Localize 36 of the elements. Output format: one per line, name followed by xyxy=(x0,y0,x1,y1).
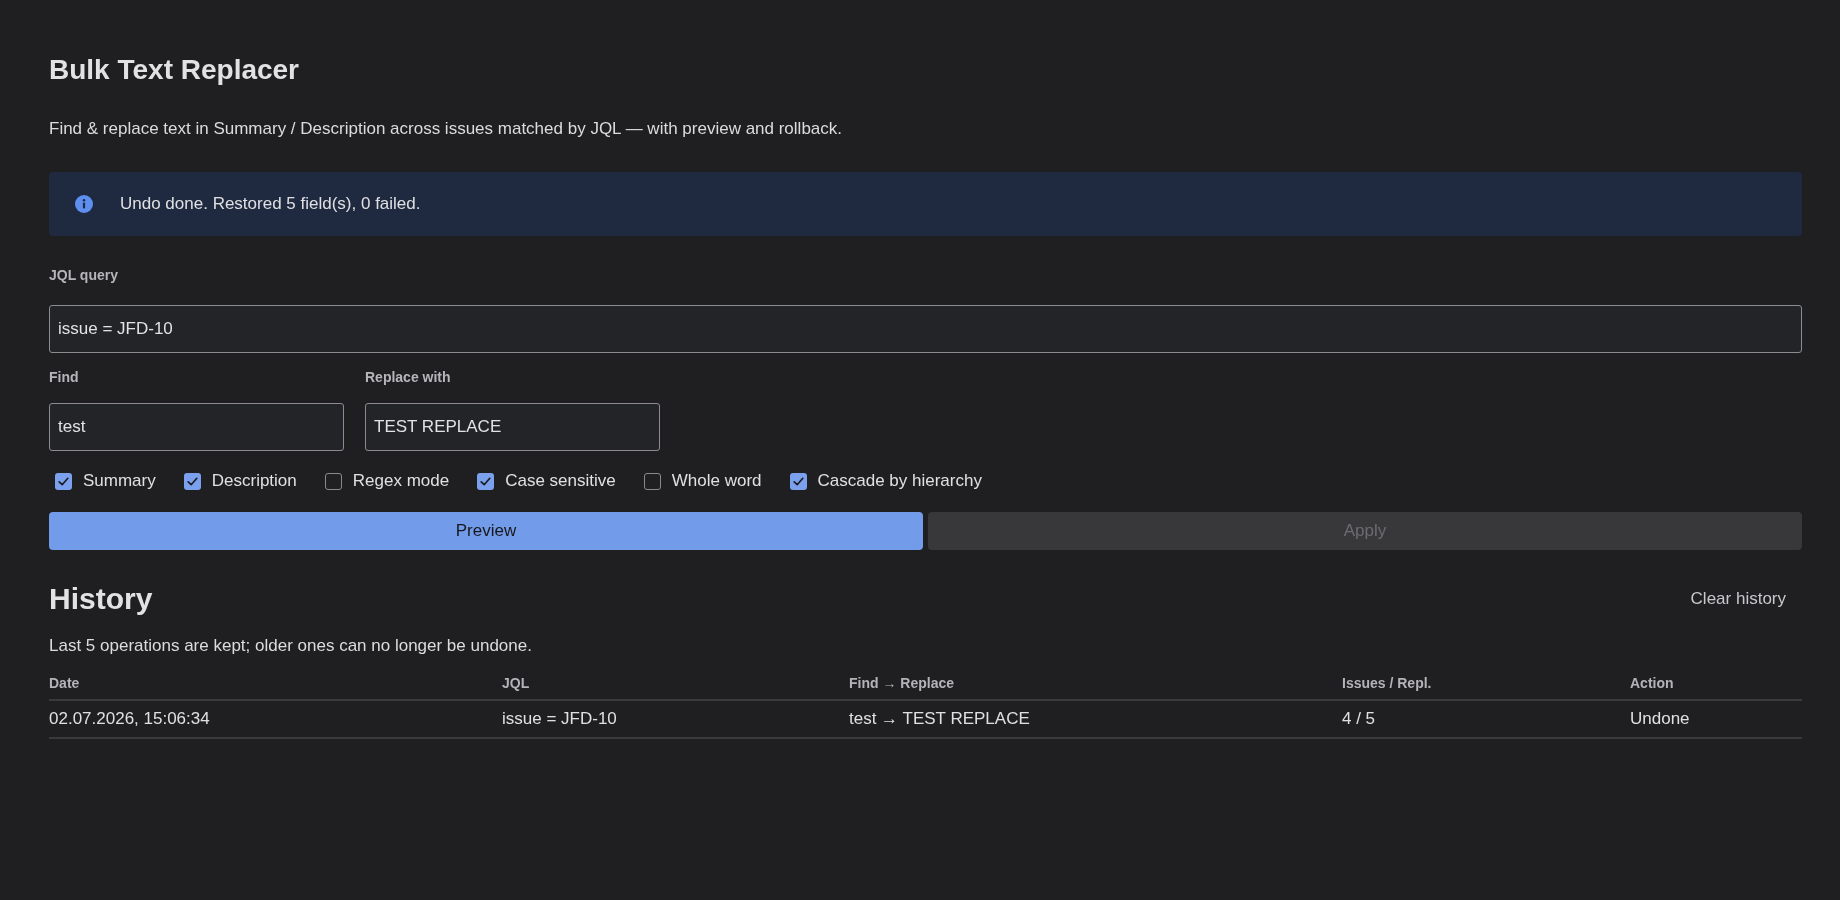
checkbox[interactable] xyxy=(55,472,72,490)
jql-input[interactable]: issue = JFD-10 xyxy=(49,305,1802,353)
page-title: Bulk Text Replacer xyxy=(49,53,301,87)
table-cell-text: Undone xyxy=(1630,708,1690,730)
checkbox-label[interactable]: Summary xyxy=(83,470,156,492)
checkbox[interactable] xyxy=(477,472,495,490)
table-cell-text: test → TEST REPLACE xyxy=(849,708,1030,730)
checkbox[interactable] xyxy=(643,472,661,490)
field-label: Find xyxy=(49,368,80,386)
table-cell-text: issue = JFD-10 xyxy=(502,708,617,730)
section-title: History xyxy=(49,581,153,617)
field-label: JQL query xyxy=(49,266,119,284)
preview-button[interactable]: Preview xyxy=(49,512,923,550)
info-icon xyxy=(75,195,93,213)
table-cell-text: 02.07.2026, 15:06:34 xyxy=(49,708,210,730)
field-label: Replace with xyxy=(365,368,452,386)
history-note: Last 5 operations are kept; older ones can no longer be undone. xyxy=(49,635,533,657)
replace-input[interactable]: TEST REPLACE xyxy=(365,403,660,451)
checkbox[interactable] xyxy=(183,472,201,490)
checkbox[interactable] xyxy=(789,472,807,490)
checkbox-label[interactable]: Description xyxy=(211,470,297,492)
table-cell-text: 4 / 5 xyxy=(1342,708,1376,730)
column-header: Find → Replace xyxy=(849,674,955,693)
checkbox[interactable] xyxy=(324,472,342,490)
column-header: Action xyxy=(1630,674,1674,693)
find-input[interactable]: test xyxy=(49,403,344,451)
notice-message: Undo done. Restored 5 field(s), 0 failed. xyxy=(120,193,421,215)
checkbox-label[interactable]: Case sensitive xyxy=(505,470,616,492)
column-header: JQL xyxy=(502,674,530,693)
page-description: Find & replace text in Summary / Description across issues matched by JQL — with preview and rollback. xyxy=(49,118,843,140)
checkbox-label[interactable]: Regex mode xyxy=(352,470,450,492)
column-header: Issues / Repl. xyxy=(1342,674,1432,693)
column-header: Date xyxy=(49,674,80,693)
checkbox-label[interactable]: Cascade by hierarchy xyxy=(817,470,982,492)
clear-history-button[interactable]: Clear history xyxy=(1674,583,1802,615)
checkbox-label[interactable]: Whole word xyxy=(671,470,762,492)
